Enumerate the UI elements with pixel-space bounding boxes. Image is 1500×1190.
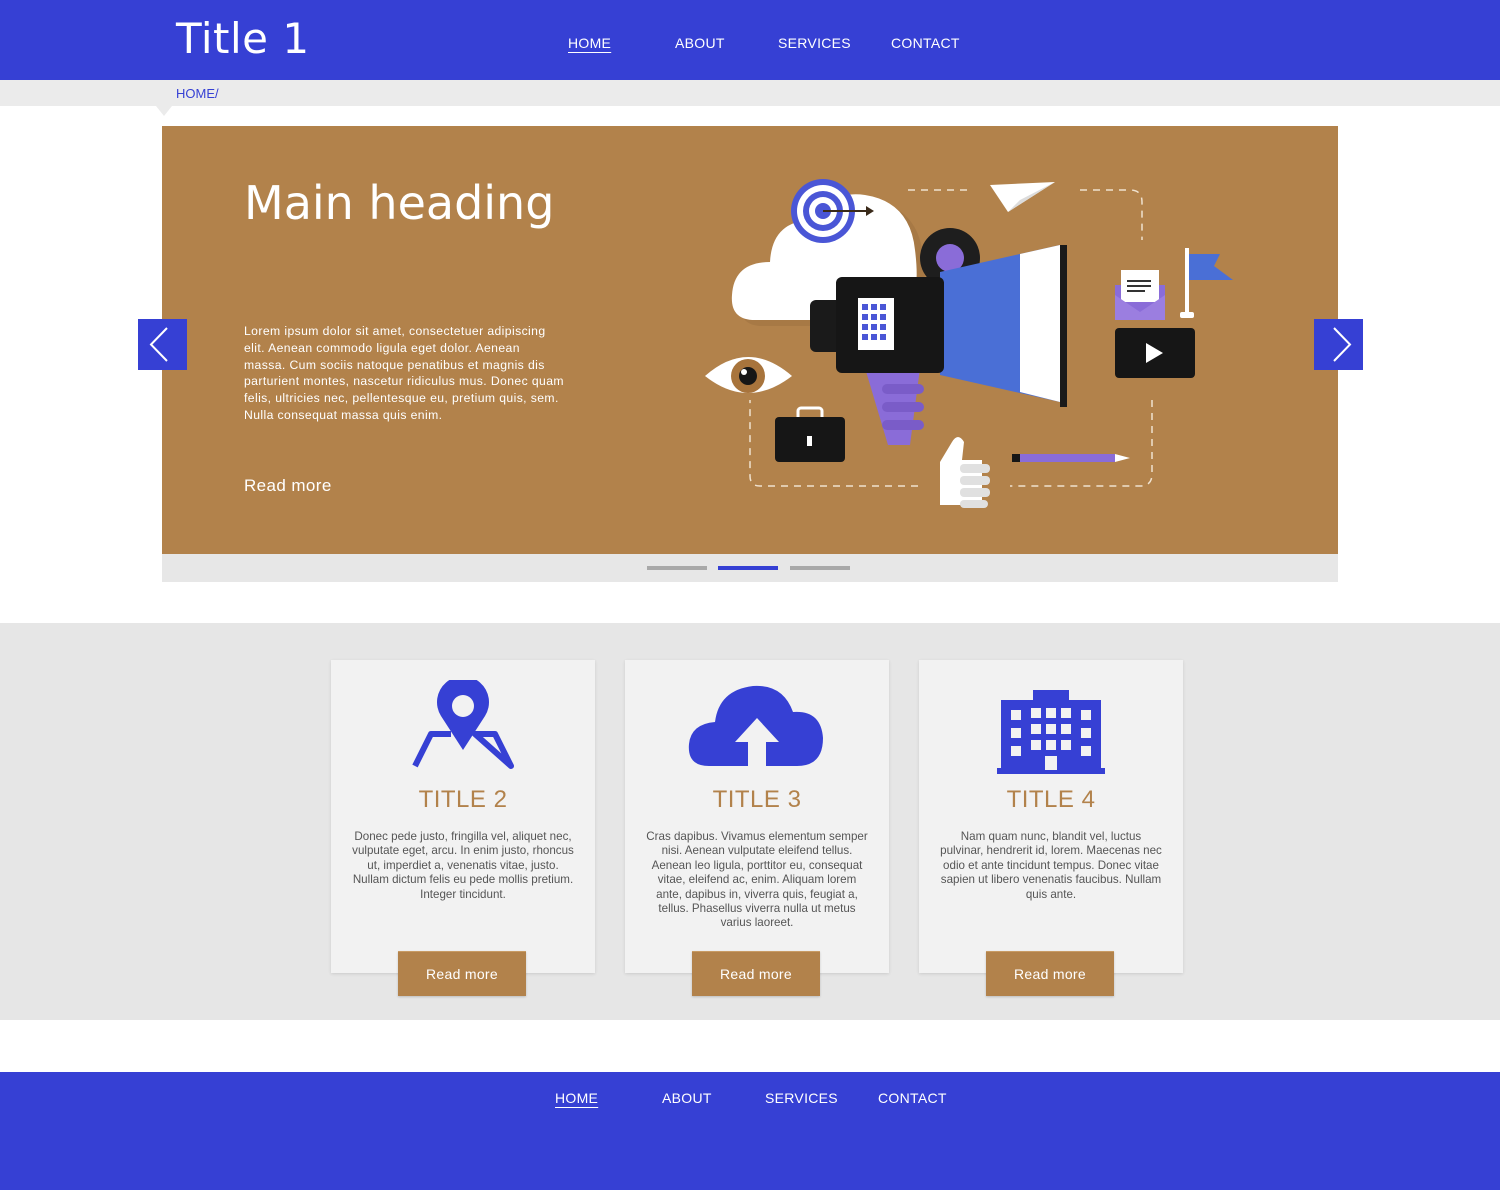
card-3-read-more-button[interactable]: Read more (986, 951, 1114, 996)
chevron-left-icon (149, 327, 168, 362)
briefcase-icon (775, 406, 845, 462)
card-text: Cras dapibus. Vivamus elementum semper n… (646, 830, 868, 930)
slider-next-button[interactable] (1314, 319, 1363, 370)
footer-nav-contact[interactable]: CONTACT (878, 1090, 947, 1106)
flag-icon (1180, 248, 1233, 318)
footer-nav-about[interactable]: ABOUT (662, 1090, 712, 1106)
chevron-right-icon (1333, 327, 1352, 362)
marketing-illustration (705, 179, 1233, 508)
hero-read-more-link[interactable]: Read more (244, 476, 332, 496)
breadcrumb-notch (156, 106, 172, 116)
footer-nav-services[interactable]: SERVICES (765, 1090, 838, 1106)
map-pin-icon (412, 680, 514, 769)
nav-services[interactable]: SERVICES (778, 35, 851, 51)
paper-plane-icon (990, 182, 1055, 212)
card-text: Donec pede justo, fringilla vel, aliquet… (352, 830, 574, 901)
thumbs-up-icon (940, 437, 990, 508)
card-text: Nam quam nunc, blandit vel, luctus pulvi… (940, 830, 1162, 901)
breadcrumb-bar (0, 80, 1500, 106)
site-title[interactable]: Title 1 (176, 14, 310, 63)
breadcrumb[interactable]: HOME/ (176, 86, 219, 101)
hero-heading: Main heading (244, 176, 555, 230)
site-footer (0, 1072, 1500, 1190)
video-play-icon (1115, 328, 1195, 378)
building-icon (997, 690, 1105, 774)
slide-dot-2[interactable] (718, 566, 778, 570)
hero-text: Lorem ipsum dolor sit amet, consectetuer… (244, 324, 564, 422)
slide-dot-1[interactable] (647, 566, 707, 570)
feature-card-1: TITLE 2 Donec pede justo, fringilla vel,… (331, 660, 595, 973)
feature-card-2: TITLE 3 Cras dapibus. Vivamus elementum … (625, 660, 889, 973)
feature-card-3: TITLE 4 Nam quam nunc, blandit vel, luct… (919, 660, 1183, 973)
eye-icon (705, 357, 792, 393)
nav-about[interactable]: ABOUT (675, 35, 725, 51)
slider-prev-button[interactable] (138, 319, 187, 370)
pencil-icon (1012, 454, 1130, 462)
card-2-read-more-button[interactable]: Read more (692, 951, 820, 996)
cloud-upload-icon (688, 685, 823, 766)
card-title: TITLE 2 (418, 786, 508, 813)
card-title: TITLE 4 (1006, 786, 1096, 813)
nav-home[interactable]: HOME (568, 35, 611, 51)
footer-nav-home[interactable]: HOME (555, 1090, 598, 1106)
slide-dot-3[interactable] (790, 566, 850, 570)
card-1-read-more-button[interactable]: Read more (398, 951, 526, 996)
envelope-icon (1115, 270, 1165, 320)
nav-contact[interactable]: CONTACT (891, 35, 960, 51)
card-title: TITLE 3 (712, 786, 802, 813)
